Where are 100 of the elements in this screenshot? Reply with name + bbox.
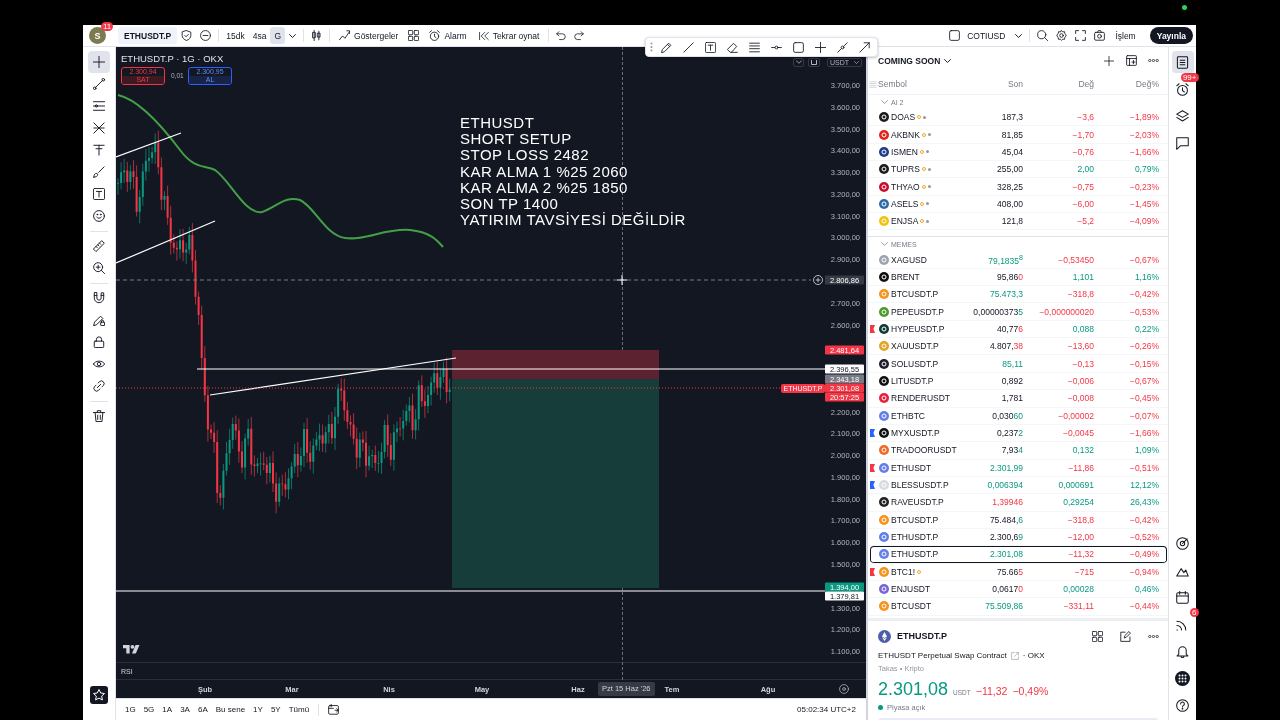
last-price: 255,00 (997, 164, 1023, 175)
last-price: 0,892 (1001, 376, 1023, 386)
watchlist-row[interactable]: AKBNK 81,85 −1,70 −2,03% (868, 126, 1168, 144)
alert-button[interactable]: Alarm (425, 27, 471, 44)
sidebar-button[interactable] (1171, 51, 1194, 73)
watchlist-row[interactable]: BTC1! 75.665 −715 −0,94% (868, 563, 1168, 581)
price-change: −715 (1074, 566, 1094, 577)
price-change: −318,8 (1067, 289, 1094, 300)
range-button[interactable]: 1Y (249, 701, 267, 718)
last-price: 0,237 (997, 428, 1019, 438)
trend-line-icon (93, 78, 105, 90)
percent-change: −1,66% (1129, 146, 1159, 157)
square-icon (792, 41, 804, 53)
price-tick: 5 (1018, 306, 1023, 317)
ring-icon (839, 684, 849, 694)
column-header: Değ% (1134, 79, 1159, 89)
symbol-name: XAGUSD (891, 254, 927, 265)
watchlist-row[interactable]: BRENT 95,860 1,101 1,16% (868, 268, 1168, 287)
watchlist-row[interactable]: HYPEUSDT.P 40,776 0,088 0,22% (868, 320, 1168, 339)
percent-change: −0,51% (1129, 462, 1159, 473)
watchlist-row[interactable]: XAUUSDT.P 4.807,38 −13,60 −0,26% (868, 338, 1168, 356)
symbol-name: MYXUSDT.P (891, 428, 940, 438)
exchange-name: · OKX (1022, 651, 1045, 660)
interval-button[interactable]: 4sa (248, 27, 271, 44)
watchlist-row[interactable]: BTCUSDT 75.509,86 −331,11 −0,44% (868, 598, 1168, 616)
shield-icon (181, 30, 193, 41)
range-button[interactable]: 5Y (266, 701, 285, 718)
symbol-name: DOAS (891, 112, 916, 123)
watchlist-row[interactable]: ETHUSDT.P 2.300,69 −12,00 −0,52% (868, 528, 1168, 547)
last-price: 40,77 (997, 323, 1019, 334)
last-price: 0,00000373 (973, 306, 1019, 317)
plus-circle-icon[interactable] (813, 275, 823, 285)
indicators-button[interactable]: Göstergeler (335, 27, 403, 44)
watchlist-row[interactable]: DOAS 187,3 −3,6 −1,89% (868, 109, 1168, 127)
symbol-name: ETHUSDT.P (897, 631, 947, 641)
bell-icon (1176, 644, 1189, 658)
watchlist-row[interactable]: THYAO 328,25 −0,75 −0,23% (868, 178, 1168, 196)
ruler-icon (93, 240, 105, 252)
alarm-clock-icon (429, 30, 441, 41)
last-price: 75.66 (997, 566, 1019, 577)
symbol-name: ETHUSDT.P (891, 532, 939, 543)
watchlist-row[interactable]: ENJSA 121,8 −5,2 −4,09% (868, 213, 1168, 231)
watchlist-row[interactable]: RAVEUSDT.P 1,39946 0,29254 26,43% (868, 494, 1168, 512)
watchlist-row[interactable]: BTCUSDT.P 75.473,3 −318,8 −0,42% (868, 286, 1168, 304)
chat-icon (1176, 136, 1189, 150)
symbol-button[interactable]: ETHUSDT.P (118, 27, 178, 44)
watchlist-row[interactable]: ETHUSDT.P 2.301,08 −11,32 −0,49% (870, 546, 1167, 564)
publish-button[interactable]: Yayınla (1149, 27, 1193, 44)
range-button[interactable]: 1G (121, 701, 140, 718)
watchlist-row[interactable]: BTCUSDT.P 75.484,6 −318,8 −0,42% (868, 511, 1168, 529)
watchlist-row[interactable]: TRADOORUSDT 7,934 0,132 1,09% (868, 442, 1168, 460)
layout-menu-button[interactable]: COTIUSD (945, 27, 1027, 44)
range-button[interactable]: 5G (139, 701, 159, 718)
last-price: 408,00 (997, 198, 1023, 209)
watchlist-row[interactable]: ENJUSDT 0,06170 0,00028 0,46% (868, 580, 1168, 599)
watchlist-row[interactable]: LITUSDT.P 0,892 −0,006 −0,67% (868, 372, 1168, 391)
price-change: −0,0045 (1063, 428, 1094, 438)
replay-button[interactable]: Tekrar oynat (474, 27, 544, 44)
trade-button[interactable]: İşlem (1111, 27, 1140, 44)
watchlist-row[interactable]: ISMEN 45,04 −0,76 −1,66% (868, 143, 1168, 162)
price-change: −318,8 (1067, 514, 1094, 525)
range-button[interactable]: 1A (158, 701, 177, 718)
symbol-name: BLESSUSDT.P (891, 480, 949, 491)
watchlist-row[interactable]: ASELS 408,00 −6,00 −1,45% (868, 195, 1168, 214)
watchlist-row[interactable]: XAGUSD 79,1835$^{8}$ −0,53450 −0,67% (868, 251, 1168, 269)
lock-icon (93, 336, 105, 348)
interval-button[interactable]: 15dk (222, 27, 249, 44)
indicator-icon (339, 30, 350, 41)
interval-button[interactable]: G (270, 27, 285, 44)
rewind-icon (478, 30, 489, 41)
percent-change: −0,49% (1012, 685, 1049, 697)
range-button[interactable]: 3A (176, 701, 194, 718)
timezone-button[interactable]: 05:02:34 UTC+2 (793, 701, 860, 718)
camera-icon (1094, 30, 1106, 41)
watchlist-row[interactable]: PEPEUSDT.P 0,000003735 −0,000000020 −0,53% (868, 303, 1168, 321)
undo-icon (556, 30, 567, 41)
apps-icon (1175, 670, 1190, 686)
caret-icon (880, 100, 888, 104)
range-button[interactable]: Bu sene (211, 701, 250, 718)
last-price: 4.807, (989, 341, 1014, 352)
last-price: 75.509,86 (985, 601, 1023, 612)
range-button[interactable]: Tümü (284, 701, 314, 718)
watchlist-title-button[interactable]: COMING SOON (878, 55, 952, 66)
favorites-button[interactable] (88, 684, 110, 706)
watchlist-row[interactable]: ETHBTC 0,03060 −0,00002 −0,07% (868, 407, 1168, 425)
percent-change: −4,09% (1129, 216, 1159, 227)
brush-icon (93, 166, 105, 178)
pencil-icon (661, 41, 673, 53)
watchlist-row[interactable]: MYXUSDT.P 0,2372 −0,0045 −1,66% (868, 424, 1168, 443)
price-change: −0,76 (1072, 146, 1094, 157)
text-tool-icon (93, 188, 105, 200)
watchlist-row[interactable]: ETHUSDT 2.301,99 −11,86 −0,51% (868, 459, 1168, 477)
range-button[interactable]: 6A (193, 701, 212, 718)
watchlist-row[interactable]: TUPRS 255,00 2,00 0,79% (868, 161, 1168, 179)
watchlist-row[interactable]: BLESSUSDT.P 0,006394 0,000691 12,12% (868, 476, 1168, 495)
percent-change: −0,67% (1129, 376, 1159, 386)
watchlist-row[interactable]: SOLUSDT.P 85,11 −0,13 −0,15% (868, 355, 1168, 373)
watchlist-row[interactable]: RENDERUSDT 1,781 −0,008 −0,45% (868, 390, 1168, 408)
symbol-name: ETHUSDT (891, 462, 932, 473)
last-price: 121,8 (1001, 216, 1023, 227)
